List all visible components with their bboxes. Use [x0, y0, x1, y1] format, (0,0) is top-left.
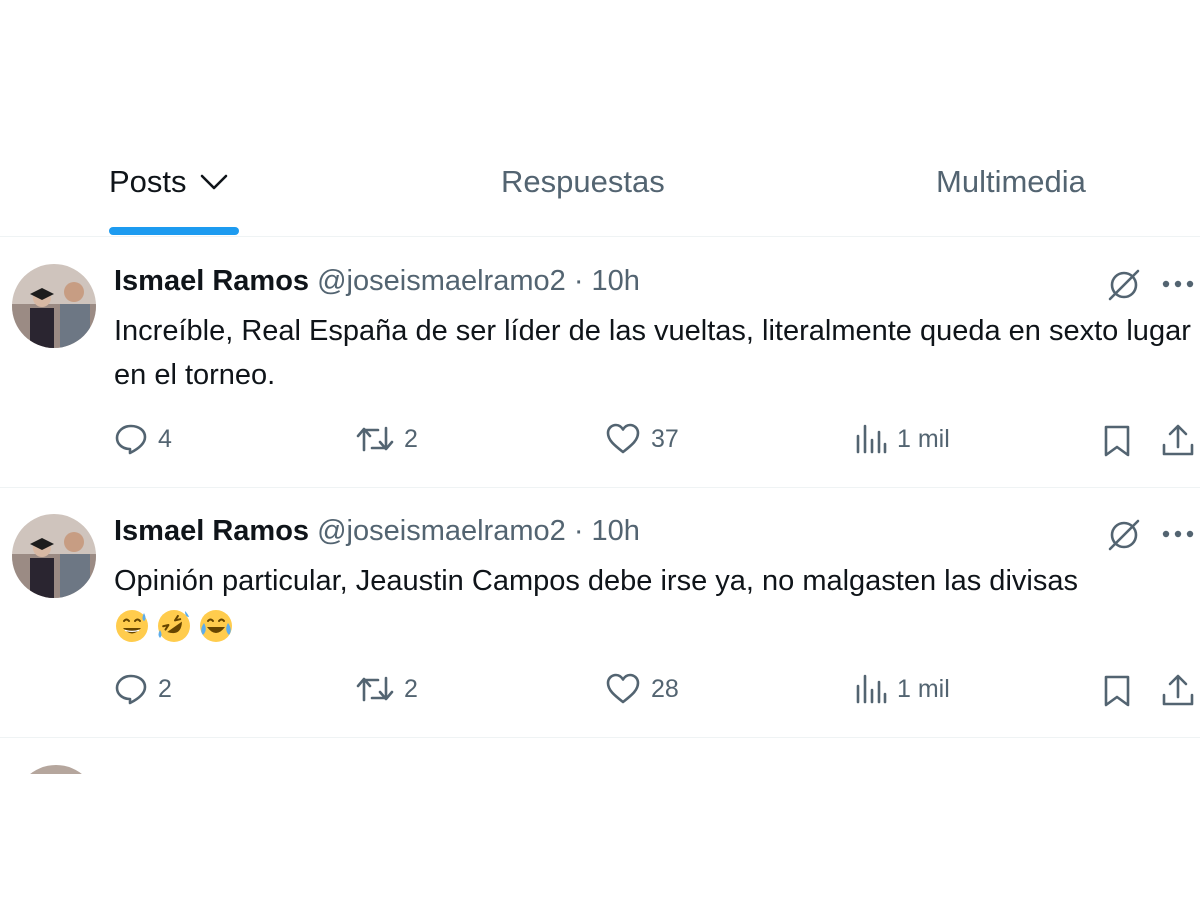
tab-multimedia[interactable]: Multimedia — [936, 164, 1086, 200]
share-icon[interactable] — [1160, 673, 1196, 707]
post-header: Ismael Ramos @joseismaelramo2 · 10h — [114, 515, 640, 548]
like-button[interactable]: 37 — [605, 422, 679, 456]
avatar-photo — [12, 264, 96, 348]
post-time[interactable]: 10h — [592, 265, 640, 297]
bookmark-icon[interactable] — [1102, 674, 1132, 708]
author-handle[interactable]: @joseismaelramo2 — [317, 515, 566, 547]
grok-icon[interactable] — [1104, 515, 1144, 555]
grinning-face-with-sweat-icon — [116, 610, 148, 643]
author-name[interactable]: Ismael Ramos — [114, 265, 309, 297]
views-button[interactable]: 1 mil — [855, 422, 950, 456]
post-text: Increíble, Real España de ser líder de l… — [114, 315, 1191, 391]
more-options-icon[interactable] — [1160, 266, 1196, 302]
separator: · — [573, 265, 584, 297]
like-button[interactable]: 28 — [605, 672, 679, 706]
like-count: 37 — [651, 424, 679, 453]
profile-tabs: Posts Respuestas Multimedia — [0, 140, 1200, 237]
avatar[interactable] — [12, 514, 96, 598]
views-button[interactable]: 1 mil — [855, 672, 950, 706]
heart-icon — [606, 423, 640, 454]
post-header: Ismael Ramos @joseismaelramo2 · 10h — [114, 265, 640, 298]
view-count: 1 mil — [897, 424, 950, 453]
share-icon[interactable] — [1160, 423, 1196, 457]
post-time[interactable]: 10h — [592, 515, 640, 547]
analytics-icon — [856, 424, 887, 454]
reply-count: 4 — [158, 424, 172, 453]
post[interactable]: Ismael Ramos @joseismaelramo2 · 10h Incr… — [0, 237, 1200, 488]
repost-button[interactable]: 2 — [356, 422, 418, 456]
active-tab-indicator — [109, 227, 239, 235]
reply-button[interactable]: 2 — [114, 672, 172, 706]
more-options-icon[interactable] — [1160, 516, 1196, 552]
reply-icon — [115, 674, 147, 705]
tab-posts[interactable]: Posts — [109, 164, 229, 200]
repost-icon — [356, 426, 394, 452]
face-with-tears-of-joy-icon — [200, 610, 232, 643]
repost-icon — [356, 676, 394, 702]
author-name[interactable]: Ismael Ramos — [114, 515, 309, 547]
grok-icon[interactable] — [1104, 265, 1144, 305]
post-text-block: Opinión particular, Jeaustin Campos debe… — [114, 559, 1194, 647]
repost-count: 2 — [404, 424, 418, 453]
reply-icon — [115, 424, 147, 455]
bookmark-icon[interactable] — [1102, 424, 1132, 458]
analytics-icon — [856, 674, 887, 704]
post[interactable]: Ismael Ramos @joseismaelramo2 · 10h Opin… — [0, 487, 1200, 738]
repost-count: 2 — [404, 674, 418, 703]
rolling-on-the-floor-laughing-icon — [158, 610, 190, 643]
reply-count: 2 — [158, 674, 172, 703]
post-text: Opinión particular, Jeaustin Campos debe… — [114, 565, 1078, 597]
separator: · — [573, 515, 584, 547]
author-handle[interactable]: @joseismaelramo2 — [317, 265, 566, 297]
chevron-down-icon — [200, 174, 227, 190]
tab-respuestas-label: Respuestas — [501, 164, 665, 199]
tab-multimedia-label: Multimedia — [936, 164, 1086, 199]
repost-button[interactable]: 2 — [356, 672, 418, 706]
tab-posts-label: Posts — [109, 164, 187, 199]
view-count: 1 mil — [897, 674, 950, 703]
page-bottom-area — [0, 774, 1200, 900]
avatar[interactable] — [12, 264, 96, 348]
emoji-row — [114, 603, 1194, 647]
avatar-photo — [12, 514, 96, 598]
heart-icon — [606, 673, 640, 704]
reply-button[interactable]: 4 — [114, 422, 172, 456]
like-count: 28 — [651, 674, 679, 703]
tab-respuestas[interactable]: Respuestas — [501, 164, 665, 200]
